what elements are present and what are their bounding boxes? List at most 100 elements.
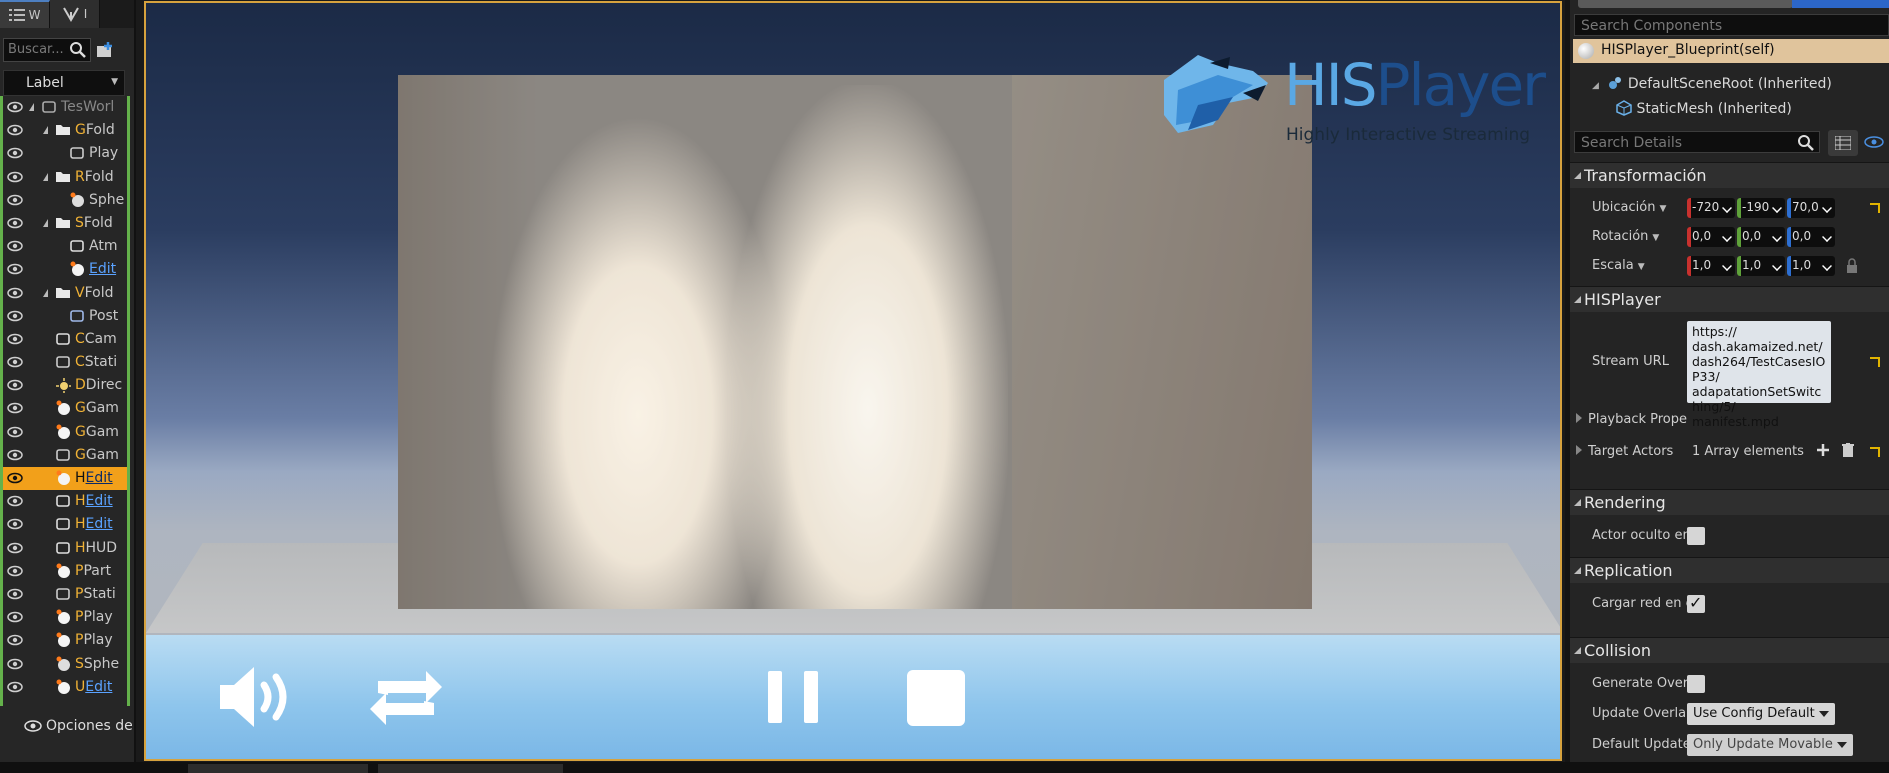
outliner-row[interactable]: PStati — [3, 583, 127, 606]
reset-to-default-icon[interactable] — [1870, 203, 1880, 213]
stop-icon[interactable] — [906, 669, 966, 727]
expand-arrow-icon[interactable] — [43, 126, 48, 135]
add-folder-button[interactable] — [94, 38, 118, 62]
visibility-eye-icon[interactable] — [7, 379, 23, 391]
visibility-eye-icon[interactable] — [7, 681, 23, 693]
visibility-eye-icon[interactable] — [7, 658, 23, 670]
tab-world-outliner[interactable]: W — [0, 0, 50, 28]
column-sort-icon[interactable]: ▼ — [111, 77, 118, 87]
outliner-row[interactable]: GFold — [3, 119, 127, 142]
rotation-y-field[interactable]: 0,0 — [1737, 227, 1785, 247]
scale-z-field[interactable]: 1,0 — [1787, 256, 1835, 276]
add-element-icon[interactable] — [1816, 443, 1830, 457]
visibility-eye-icon[interactable] — [7, 310, 23, 322]
outliner-row[interactable]: DDirec — [3, 374, 127, 397]
outliner-row[interactable]: GGam — [3, 421, 127, 444]
outliner-row[interactable]: RFold — [3, 166, 127, 189]
outliner-row[interactable]: Atm — [3, 235, 127, 258]
outliner-row[interactable]: PPlay — [3, 606, 127, 629]
rotation-label[interactable]: Rotación ▼ — [1592, 229, 1659, 244]
location-y-field[interactable]: -190 — [1737, 198, 1785, 218]
visibility-eye-icon[interactable] — [7, 356, 23, 368]
default-update-dropdown[interactable]: Only Update Movable — [1687, 734, 1853, 756]
add-component-button[interactable] — [1578, 0, 1793, 8]
visibility-eye-icon[interactable] — [7, 495, 23, 507]
outliner-row[interactable]: HEdit — [3, 490, 127, 513]
visibility-eye-icon[interactable] — [7, 426, 23, 438]
visibility-eye-icon[interactable] — [7, 565, 23, 577]
visibility-eye-icon[interactable] — [7, 333, 23, 345]
scale-label[interactable]: Escala ▼ — [1592, 258, 1645, 273]
search-details-input[interactable]: Search Details — [1574, 131, 1820, 153]
component-default-scene-root[interactable]: ◢ DefaultSceneRoot (Inherited) — [1592, 75, 1832, 92]
expand-arrow-icon[interactable] — [43, 218, 48, 227]
outliner-row[interactable]: SSphe — [3, 653, 127, 676]
net-load-checkbox[interactable] — [1687, 593, 1705, 613]
outliner-row[interactable]: UEdit — [3, 676, 127, 699]
playback-properties-row[interactable]: Playback Prope — [1576, 412, 1687, 427]
visibility-eye-icon[interactable] — [7, 171, 23, 183]
expand-arrow-icon[interactable] — [43, 172, 48, 181]
outliner-row[interactable]: PPart — [3, 560, 127, 583]
scale-x-field[interactable]: 1,0 — [1687, 256, 1735, 276]
outliner-row[interactable]: Post — [3, 305, 127, 328]
edit-link[interactable]: Edit — [85, 679, 112, 695]
section-hisplayer[interactable]: HISPlayer — [1570, 286, 1889, 312]
outliner-column-header[interactable]: Label ▼ — [3, 70, 125, 96]
view-options-button[interactable]: Opciones de — [24, 718, 133, 734]
outliner-row[interactable]: HHUD — [3, 537, 127, 560]
component-self[interactable]: HISPlayer_Blueprint(self) — [1573, 39, 1889, 63]
visibility-eye-icon[interactable] — [7, 472, 23, 484]
location-z-field[interactable]: 70,0 — [1787, 198, 1835, 218]
section-collision[interactable]: Collision — [1570, 637, 1889, 663]
edit-link[interactable]: Edit — [86, 516, 113, 532]
stream-url-input[interactable]: https:// dash.akamaized.net/ dash264/Tes… — [1687, 321, 1831, 429]
visibility-eye-icon[interactable] — [7, 611, 23, 623]
rotation-x-field[interactable]: 0,0 — [1687, 227, 1735, 247]
visibility-eye-icon[interactable] — [7, 124, 23, 136]
reset-to-default-icon[interactable] — [1870, 357, 1880, 367]
expand-arrow-icon[interactable] — [29, 103, 34, 111]
section-rendering[interactable]: Rendering — [1570, 489, 1889, 515]
section-replication[interactable]: Replication — [1570, 557, 1889, 583]
visibility-eye-icon[interactable] — [7, 147, 23, 159]
level-viewport[interactable]: HISPlayer Highly Interactive Streaming — [144, 1, 1562, 761]
section-transform[interactable]: Transformación — [1570, 162, 1889, 188]
location-x-field[interactable]: -720 — [1687, 198, 1735, 218]
tab-modes[interactable]: I — [50, 0, 100, 28]
loop-icon[interactable] — [364, 663, 448, 733]
visibility-eye-icon[interactable] — [7, 449, 23, 461]
visibility-eye-icon[interactable] — [7, 518, 23, 530]
compile-button[interactable] — [1792, 0, 1889, 8]
outliner-row[interactable]: Play — [3, 142, 127, 165]
view-options-eye-icon[interactable] — [1864, 136, 1884, 148]
rotation-z-field[interactable]: 0,0 — [1787, 227, 1835, 247]
outliner-row[interactable]: GGam — [3, 444, 127, 467]
outliner-row[interactable]: Sphe — [3, 189, 127, 212]
lock-icon[interactable] — [1846, 258, 1858, 274]
property-matrix-button[interactable] — [1828, 130, 1858, 156]
actor-hidden-checkbox[interactable] — [1687, 527, 1705, 545]
visibility-eye-icon[interactable] — [7, 240, 23, 252]
outliner-row[interactable]: CCam — [3, 328, 127, 351]
outliner-search-input[interactable]: Buscar... — [3, 38, 91, 62]
volume-icon[interactable] — [216, 663, 296, 731]
expand-arrow-icon[interactable] — [43, 288, 48, 297]
visibility-eye-icon[interactable] — [7, 634, 23, 646]
bottom-tab[interactable] — [378, 764, 563, 773]
outliner-row[interactable]: CStati — [3, 351, 127, 374]
location-label[interactable]: Ubicación ▼ — [1592, 200, 1666, 215]
visibility-eye-icon[interactable] — [7, 194, 23, 206]
visibility-eye-icon[interactable] — [7, 588, 23, 600]
update-overlap-dropdown[interactable]: Use Config Default — [1687, 703, 1835, 725]
scale-y-field[interactable]: 1,0 — [1737, 256, 1785, 276]
bottom-tab[interactable] — [188, 764, 368, 773]
visibility-eye-icon[interactable] — [7, 217, 23, 229]
outliner-row[interactable]: HEdit — [3, 513, 127, 536]
visibility-eye-icon[interactable] — [7, 542, 23, 554]
visibility-eye-icon[interactable] — [7, 101, 23, 113]
outliner-row[interactable]: HEdit — [3, 467, 127, 491]
edit-link[interactable]: Edit — [86, 470, 113, 486]
outliner-row[interactable]: SFold — [3, 212, 127, 235]
search-components-input[interactable]: Search Components — [1574, 14, 1889, 36]
